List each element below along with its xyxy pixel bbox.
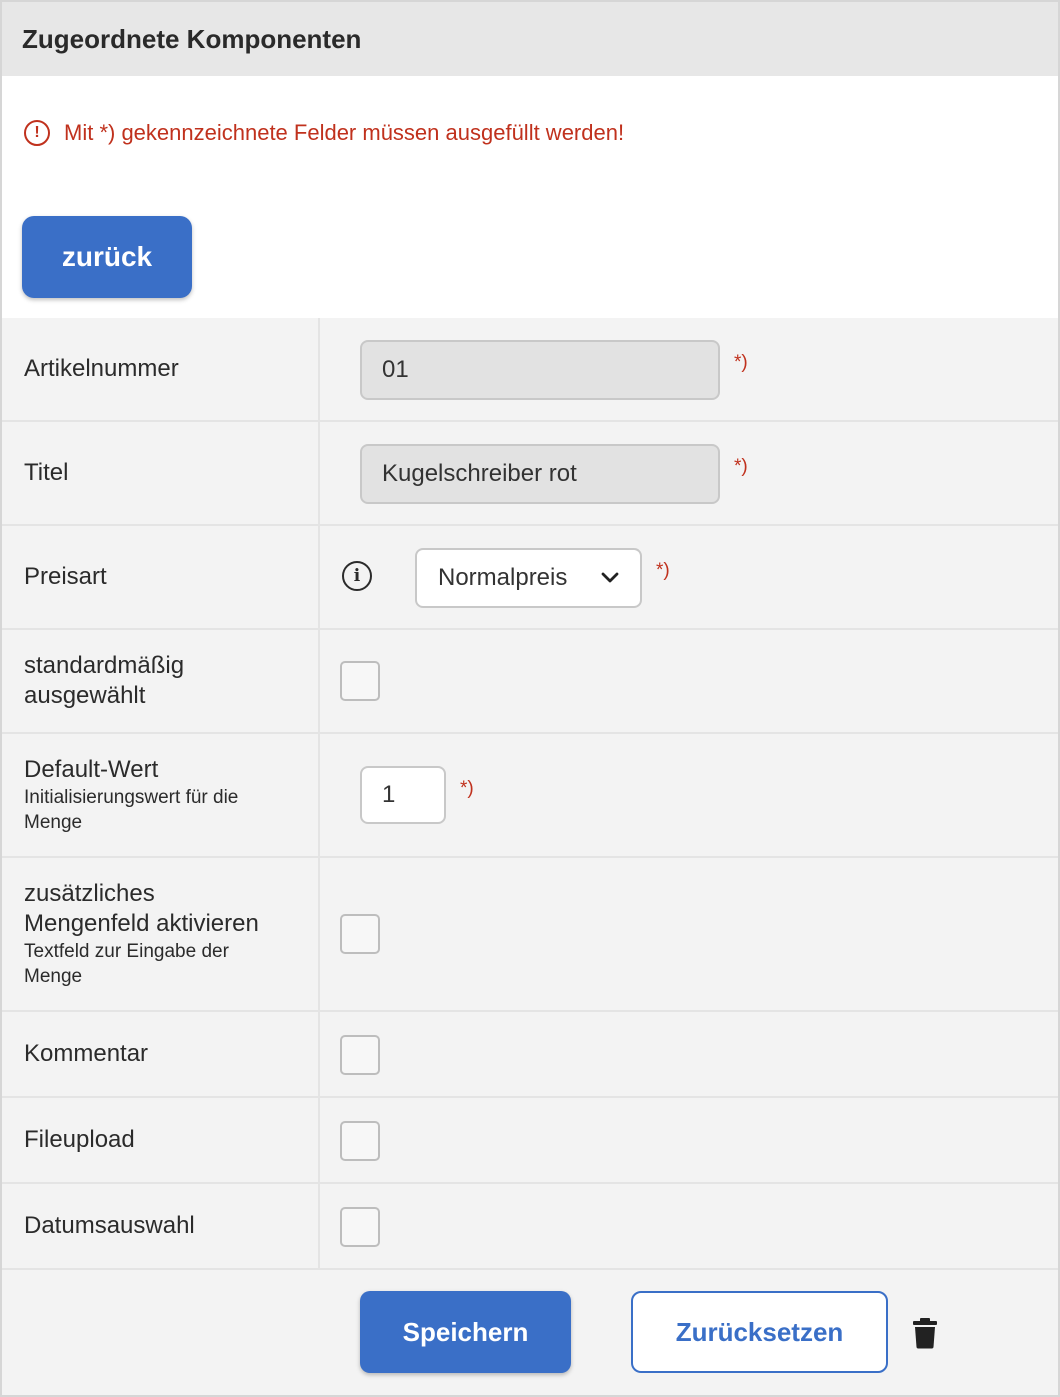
required-marker: *): [460, 778, 474, 799]
date-picker-checkbox[interactable]: [340, 1207, 380, 1247]
chevron-down-icon: [601, 572, 619, 583]
ctrl-default-wert: 1 *): [320, 734, 1058, 856]
ctrl-kommentar: [320, 1012, 1058, 1096]
label-standard: standardmäßig ausgewählt: [2, 630, 320, 732]
quantity-field-checkbox[interactable]: [340, 914, 380, 954]
ctrl-artikelnummer: 01 *): [320, 318, 1058, 420]
label-datumsauswahl-text: Datumsauswahl: [24, 1212, 195, 1239]
row-preisart: Preisart i Normalpreis *): [2, 526, 1058, 630]
row-standard: standardmäßig ausgewählt: [2, 630, 1058, 734]
row-artikelnummer: Artikelnummer 01 *): [2, 318, 1058, 422]
required-marker: *): [734, 352, 748, 373]
label-default-wert: Default-Wert Initialisierungswert für di…: [2, 734, 320, 856]
label-standard-line2: ausgewählt: [24, 682, 146, 709]
label-mengenfeld-line2: Mengenfeld aktivieren: [24, 910, 259, 937]
label-kommentar: Kommentar: [2, 1012, 320, 1096]
exclamation-circle-icon: !: [24, 120, 50, 146]
label-datumsauswahl: Datumsauswahl: [2, 1184, 320, 1268]
preisart-select[interactable]: Normalpreis: [415, 548, 642, 608]
label-standard-line1: standardmäßig: [24, 652, 185, 679]
label-fileupload-text: Fileupload: [24, 1126, 135, 1153]
label-preisart: Preisart: [2, 526, 320, 628]
row-kommentar: Kommentar: [2, 1012, 1058, 1098]
notice-text: Mit *) gekennzeichnete Felder müssen aus…: [64, 120, 625, 145]
ctrl-fileupload: [320, 1098, 1058, 1182]
preisart-selected-value: Normalpreis: [438, 564, 568, 591]
label-titel-text: Titel: [24, 459, 69, 486]
label-mengenfeld-line1: zusätzliches: [24, 880, 155, 907]
ctrl-datumsauswahl: [320, 1184, 1058, 1268]
required-fields-notice: ! Mit *) gekennzeichnete Felder müssen a…: [24, 120, 624, 146]
titel-input[interactable]: Kugelschreiber rot: [360, 444, 720, 504]
label-mengenfeld: zusätzliches Mengenfeld aktivieren Textf…: [2, 858, 320, 1010]
row-fileupload: Fileupload: [2, 1098, 1058, 1184]
ctrl-titel: Kugelschreiber rot *): [320, 422, 1058, 524]
component-panel: Zugeordnete Komponenten ! Mit *) gekennz…: [0, 0, 1060, 1397]
label-preisart-text: Preisart: [24, 563, 107, 590]
info-circle-icon[interactable]: i: [342, 561, 372, 591]
save-button[interactable]: Speichern: [360, 1291, 571, 1373]
top-area: ! Mit *) gekennzeichnete Felder müssen a…: [2, 76, 1058, 318]
row-titel: Titel Kugelschreiber rot *): [2, 422, 1058, 526]
ctrl-standard: [320, 630, 1058, 732]
label-kommentar-text: Kommentar: [24, 1040, 149, 1067]
label-artikelnummer: Artikelnummer: [2, 318, 320, 420]
label-mengenfeld-sub2: Menge: [24, 966, 83, 987]
label-default-wert-text: Default-Wert: [24, 756, 159, 783]
label-fileupload: Fileupload: [2, 1098, 320, 1182]
reset-button[interactable]: Zurücksetzen: [631, 1291, 888, 1373]
trash-icon[interactable]: [912, 1317, 938, 1349]
required-marker: *): [656, 560, 670, 581]
label-mengenfeld-sub1: Textfeld zur Eingabe der: [24, 941, 229, 962]
label-artikelnummer-text: Artikelnummer: [24, 355, 179, 382]
comment-checkbox[interactable]: [340, 1035, 380, 1075]
default-value-input[interactable]: 1: [360, 766, 446, 824]
required-marker: *): [734, 456, 748, 477]
label-titel: Titel: [2, 422, 320, 524]
row-default-wert: Default-Wert Initialisierungswert für di…: [2, 734, 1058, 858]
label-default-wert-sub1: Initialisierungswert für die: [24, 787, 239, 808]
back-button[interactable]: zurück: [22, 216, 192, 298]
label-default-wert-sub2: Menge: [24, 812, 83, 833]
fileupload-checkbox[interactable]: [340, 1121, 380, 1161]
panel-title: Zugeordnete Komponenten: [2, 2, 1058, 76]
row-mengenfeld: zusätzliches Mengenfeld aktivieren Textf…: [2, 858, 1058, 1012]
row-datumsauswahl: Datumsauswahl: [2, 1184, 1058, 1270]
standard-selected-checkbox[interactable]: [340, 661, 380, 701]
form-footer: Speichern Zurücksetzen: [2, 1270, 1058, 1395]
artikelnummer-input[interactable]: 01: [360, 340, 720, 400]
ctrl-preisart: i Normalpreis *): [320, 526, 1058, 628]
ctrl-mengenfeld: [320, 858, 1058, 1010]
